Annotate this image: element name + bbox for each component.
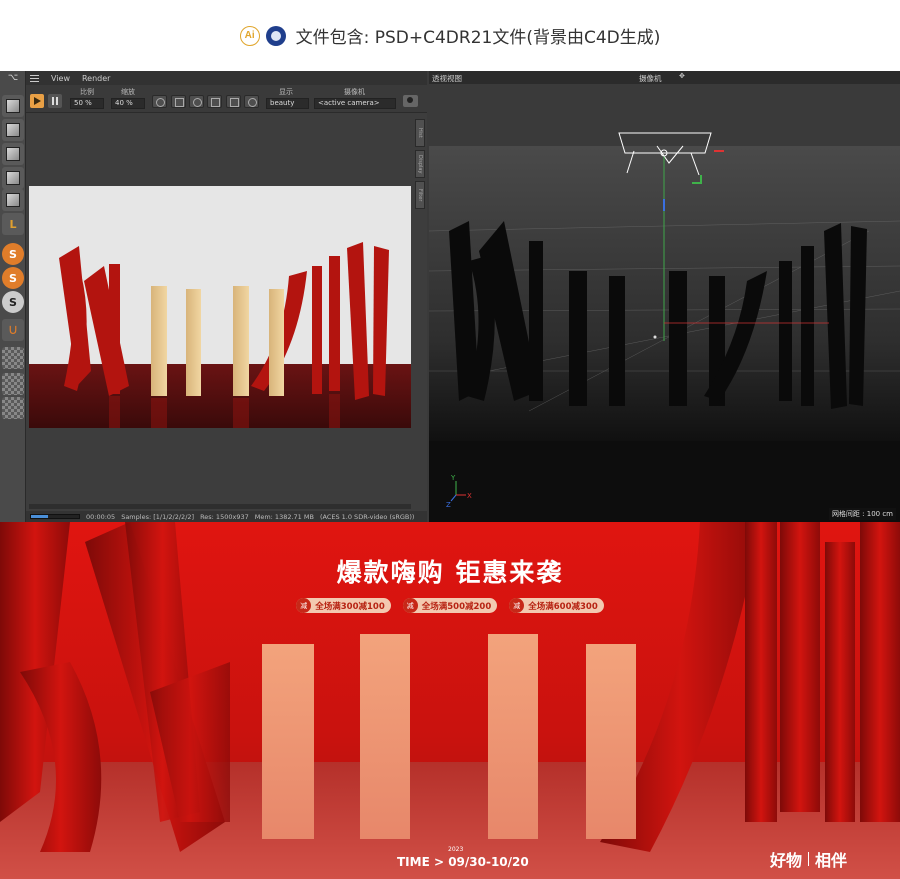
display-select[interactable]: beauty (266, 98, 309, 109)
brand-right: 相伴 (815, 851, 848, 870)
render-time: 00:00:05 (86, 512, 116, 521)
render-mem: Mem: 1382.71 MB (254, 512, 314, 521)
viewport-camera-label[interactable]: 摄像机 (639, 73, 662, 84)
banner-year: 2023 (448, 846, 464, 853)
coupon-text: 全场满600减300 (528, 601, 598, 612)
render-image (29, 186, 411, 428)
face-cube-icon[interactable] (2, 167, 24, 189)
ratio-label: 比例 (80, 88, 94, 96)
render-res: Res: 1500x937 (200, 512, 249, 521)
settings-icon[interactable] (152, 95, 167, 108)
render-preview (29, 186, 411, 428)
target-icon[interactable] (189, 95, 204, 108)
brand-left: 好物 (770, 851, 803, 870)
pv-toolbar: 比例 50 % 缩放 40 % 显示 beauty 摄像机 <active ca… (26, 85, 427, 113)
coupon-discount-icon: 减 (296, 598, 312, 613)
illustrator-icon: Ai (239, 25, 260, 46)
zoom-field[interactable]: 40 % (111, 98, 145, 109)
left-toolbar: ⌥ L S S S ∪ (0, 71, 26, 522)
coupon-discount-icon: 减 (509, 598, 525, 613)
c4d-window: ⌥ L S S S ∪ View Render 比例 50 % 缩放 40 % (0, 71, 900, 522)
sculpt-icon[interactable]: S (2, 291, 24, 313)
tab-hist[interactable]: Hist (415, 119, 425, 147)
play-icon[interactable] (30, 94, 44, 108)
render-progress-fill (31, 515, 48, 518)
viewport-scene: Y X Z (429, 84, 900, 522)
checker-cube-icon[interactable] (2, 119, 24, 141)
pv-side-tabs: Hist Display Filter (415, 119, 425, 212)
cinema4d-icon (265, 25, 286, 46)
coupon-row: 减 全场满300减100 减 全场满500减200 减 全场满600减300 (0, 598, 900, 613)
checker-icon[interactable] (2, 397, 24, 419)
pv-scrollbar[interactable] (29, 504, 411, 509)
brand-divider (808, 852, 810, 866)
spline-icon[interactable]: S (2, 243, 24, 265)
picture-viewer: View Render 比例 50 % 缩放 40 % 显示 beauty 摄像… (26, 71, 427, 522)
render-progress (30, 514, 80, 519)
coupon-1[interactable]: 减 全场满300减100 (296, 598, 391, 613)
coupon-discount-icon: 减 (402, 598, 418, 613)
menu-render[interactable]: Render (82, 74, 110, 83)
render-colorspace: (ACES 1.0 SDR-video (sRGB)) (319, 512, 415, 521)
grid-spacing-readout: 网格间距 : 100 cm (828, 508, 896, 520)
axis-y-label: Y (450, 474, 456, 482)
cube-icon[interactable] (2, 95, 24, 117)
menu-icon[interactable] (30, 74, 39, 82)
pv-menubar: View Render (26, 71, 427, 85)
camera-select[interactable]: <active camera> (314, 98, 396, 109)
edge-cube-icon[interactable] (2, 143, 24, 165)
sculpt-icon[interactable]: S (2, 267, 24, 289)
lock-grid-icon[interactable] (2, 373, 24, 395)
zoom-label: 缩放 (121, 88, 135, 96)
brush-icon[interactable] (244, 95, 259, 108)
render-samples: Samples: [1/1/2/2/2/2] (121, 512, 195, 521)
promo-banner: 爆款嗨购 钜惠来袭 减 全场满300减100 减 全场满500减200 减 全场… (0, 522, 900, 879)
compare-icon[interactable] (207, 95, 222, 108)
coupon-text: 全场满500减200 (421, 601, 492, 612)
camera-label: 摄像机 (344, 88, 365, 96)
angle-icon[interactable]: L (2, 213, 24, 235)
coupon-2[interactable]: 减 全场满500减200 (402, 598, 498, 613)
caption-bar: Ai 文件包含: PSD+C4DR21文件(背景由C4D生成) (0, 0, 900, 71)
app-logo-icon: ⌥ (2, 71, 24, 85)
caption-text: 文件包含: PSD+C4DR21文件(背景由C4D生成) (295, 28, 661, 48)
camera-icon[interactable] (403, 95, 418, 107)
pv-statusbar: 00:00:05 Samples: [1/1/2/2/2/2] Res: 150… (26, 511, 427, 522)
ratio-field[interactable]: 50 % (70, 98, 104, 109)
coupon-3[interactable]: 减 全场满600减300 (509, 598, 604, 613)
magnet-icon[interactable]: ∪ (2, 319, 24, 341)
viewport-header: 透视视图 摄像机 ✥ (429, 71, 900, 84)
axis-z-label: Z (446, 501, 451, 509)
tab-filter[interactable]: Filter (415, 181, 425, 209)
grid-icon[interactable] (2, 347, 24, 369)
display-label: 显示 (279, 88, 293, 96)
solid-cube-icon[interactable] (2, 189, 24, 211)
axis-x-label: X (467, 492, 472, 500)
perspective-viewport[interactable]: Y X Z 透视视图 摄像机 ✥ 网格间距 : 100 cm (429, 71, 900, 522)
move-icon[interactable]: ✥ (679, 72, 685, 80)
banner-time: TIME > 09/30-10/20 (397, 855, 529, 869)
banner-title: 爆款嗨购 钜惠来袭 (336, 558, 564, 587)
brand-mark: 好物 相伴 (770, 847, 847, 871)
viewport-title[interactable]: 透视视图 (432, 73, 462, 84)
menu-view[interactable]: View (51, 74, 70, 83)
grid-view-icon[interactable] (226, 95, 241, 108)
pause-icon[interactable] (48, 94, 62, 108)
coupon-text: 全场满300减100 (315, 601, 385, 612)
tab-display[interactable]: Display (415, 150, 425, 178)
region-icon[interactable] (171, 95, 186, 108)
